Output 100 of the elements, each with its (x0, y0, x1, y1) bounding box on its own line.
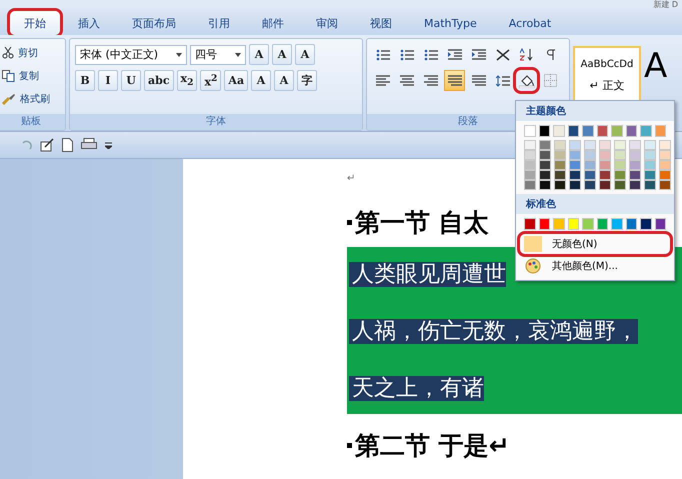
font-button[interactable]: A (295, 44, 315, 65)
color-swatch[interactable] (539, 140, 551, 150)
color-swatch[interactable] (599, 160, 611, 170)
format-button[interactable]: Aa (224, 70, 248, 91)
color-swatch[interactable] (629, 160, 641, 170)
color-swatch[interactable] (614, 180, 626, 190)
font-name-dropdown[interactable]: 宋体 (中文正文) (75, 44, 187, 64)
color-swatch[interactable] (524, 160, 536, 170)
format-button[interactable]: A (251, 70, 272, 91)
color-swatch[interactable] (644, 160, 656, 170)
undo-icon[interactable] (20, 139, 32, 151)
ribbon-tab[interactable]: 引用 (194, 11, 244, 35)
format-button[interactable]: x$_{2}$ (176, 70, 198, 91)
font-button[interactable]: A (272, 44, 292, 65)
color-swatch[interactable] (569, 140, 581, 150)
color-swatch[interactable] (659, 180, 671, 190)
color-swatch[interactable] (539, 150, 551, 160)
color-swatch[interactable] (524, 150, 536, 160)
color-swatch[interactable] (524, 125, 536, 137)
color-swatch[interactable] (524, 140, 536, 150)
color-swatch[interactable] (611, 218, 622, 230)
color-swatch[interactable] (554, 180, 566, 190)
format-button[interactable]: B (75, 70, 95, 91)
menu-item[interactable]: 无颜色(N) (520, 234, 670, 254)
color-swatch[interactable] (629, 140, 641, 150)
color-swatch[interactable] (614, 150, 626, 160)
color-swatch[interactable] (626, 125, 637, 137)
color-swatch[interactable] (599, 170, 611, 180)
color-swatch[interactable] (524, 180, 536, 190)
font-button[interactable]: A (249, 44, 269, 65)
color-swatch[interactable] (614, 160, 626, 170)
ribbon-tab[interactable]: 审阅 (302, 11, 352, 35)
format-button[interactable]: A (274, 70, 294, 91)
color-swatch[interactable] (539, 170, 551, 180)
color-swatch[interactable] (644, 180, 656, 190)
color-swatch[interactable] (569, 180, 581, 190)
color-swatch[interactable] (640, 218, 652, 230)
color-swatch[interactable] (538, 218, 550, 230)
color-swatch[interactable] (582, 218, 594, 230)
paragraph-button[interactable] (516, 70, 537, 91)
color-swatch[interactable] (568, 218, 579, 230)
customize-icon[interactable] (105, 142, 112, 148)
color-swatch[interactable] (538, 125, 550, 137)
color-swatch[interactable] (554, 170, 566, 180)
color-swatch[interactable] (553, 125, 564, 137)
color-swatch[interactable] (584, 170, 596, 180)
color-swatch[interactable] (554, 150, 566, 160)
color-swatch[interactable] (584, 180, 596, 190)
clipboard-button[interactable]: 剪切 (2, 44, 60, 62)
menu-item[interactable]: 其他颜色(M)... (520, 256, 670, 276)
color-swatch[interactable] (554, 140, 566, 150)
color-swatch[interactable] (584, 140, 596, 150)
color-swatch[interactable] (629, 180, 641, 190)
ribbon-tab[interactable]: 邮件 (248, 11, 298, 35)
color-swatch[interactable] (659, 150, 671, 160)
color-swatch[interactable] (569, 170, 581, 180)
format-button[interactable]: 字 (297, 70, 318, 91)
color-swatch[interactable] (640, 125, 652, 137)
format-button[interactable]: U (121, 70, 141, 91)
color-swatch[interactable] (524, 218, 536, 230)
color-swatch[interactable] (659, 170, 671, 180)
color-swatch[interactable] (539, 180, 551, 190)
font-size-dropdown[interactable]: 四号 (190, 44, 246, 64)
color-swatch[interactable] (626, 218, 637, 230)
ribbon-tab[interactable]: 视图 (356, 11, 406, 35)
ribbon-tab[interactable]: MathType (410, 11, 491, 35)
color-swatch[interactable] (599, 140, 611, 150)
clipboard-button[interactable]: 格式刷 (2, 90, 60, 108)
color-swatch[interactable] (568, 125, 579, 137)
color-swatch[interactable] (569, 150, 581, 160)
color-swatch[interactable] (596, 218, 608, 230)
color-swatch[interactable] (524, 170, 536, 180)
color-swatch[interactable] (553, 218, 564, 230)
color-swatch[interactable] (644, 140, 656, 150)
color-swatch[interactable] (644, 150, 656, 160)
color-swatch[interactable] (659, 140, 671, 150)
color-swatch[interactable] (629, 150, 641, 160)
color-swatch[interactable] (584, 160, 596, 170)
color-swatch[interactable] (599, 180, 611, 190)
color-swatch[interactable] (659, 160, 671, 170)
edit-icon[interactable] (40, 138, 54, 152)
printer-icon[interactable] (81, 138, 97, 152)
color-swatch[interactable] (614, 170, 626, 180)
ribbon-tab[interactable]: Acrobat (494, 11, 566, 35)
color-swatch[interactable] (644, 170, 656, 180)
format-button[interactable]: x$^{2}$ (200, 70, 222, 91)
color-swatch[interactable] (629, 170, 641, 180)
document-icon[interactable] (62, 138, 73, 152)
color-swatch[interactable] (614, 140, 626, 150)
clipboard-button[interactable]: 复制 (2, 67, 60, 85)
color-swatch[interactable] (654, 218, 666, 230)
ribbon-tab[interactable]: 插入 (64, 11, 114, 35)
color-swatch[interactable] (554, 160, 566, 170)
paragraph-button[interactable] (444, 70, 465, 91)
color-swatch[interactable] (596, 125, 608, 137)
color-swatch[interactable] (654, 125, 666, 137)
ribbon-tab[interactable]: 页面布局 (118, 11, 190, 35)
ribbon-tab[interactable]: 开始 (10, 11, 60, 35)
format-button[interactable]: abc (144, 70, 174, 91)
color-swatch[interactable] (569, 160, 581, 170)
